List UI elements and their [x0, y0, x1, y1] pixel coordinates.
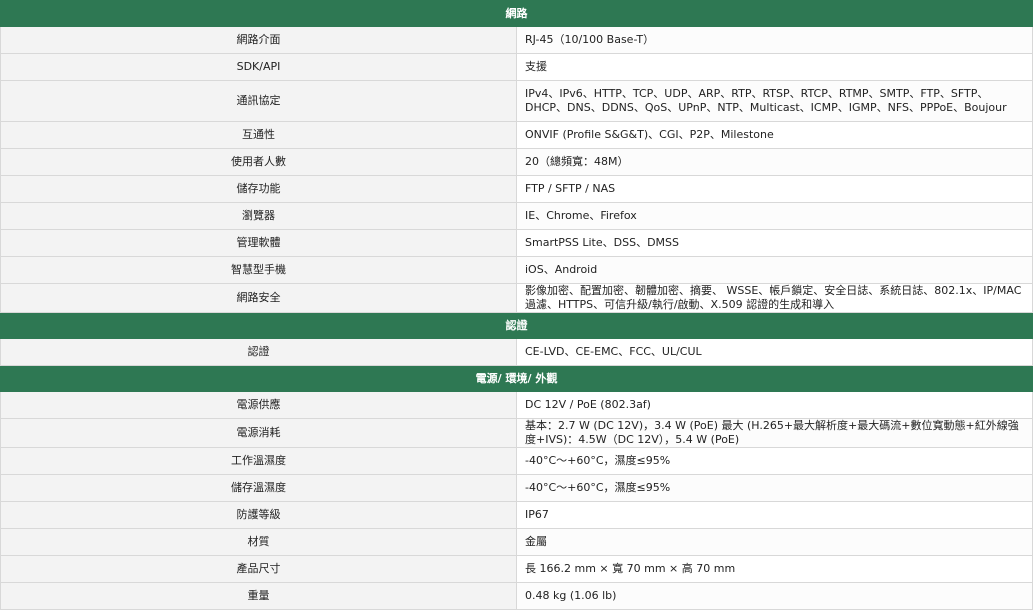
row-value: 金屬: [516, 528, 1033, 556]
row-label: SDK/API: [0, 53, 517, 81]
row-label: 產品尺寸: [0, 555, 517, 583]
row-label: 工作溫濕度: [0, 447, 517, 475]
table-row: 材質 金屬: [0, 528, 1033, 556]
row-value: CE-LVD、CE-EMC、FCC、UL/CUL: [516, 338, 1033, 366]
row-label: 網路介面: [0, 26, 517, 54]
row-label: 互通性: [0, 121, 517, 149]
row-value: IPv4、IPv6、HTTP、TCP、UDP、ARP、RTP、RTSP、RTCP…: [516, 80, 1033, 122]
table-row: 電源消耗 基本：2.7 W (DC 12V)，3.4 W (PoE) 最大 (H…: [0, 418, 1033, 448]
row-value: 基本：2.7 W (DC 12V)，3.4 W (PoE) 最大 (H.265+…: [516, 418, 1033, 448]
table-row: 使用者人數 20（總頻寬：48M）: [0, 148, 1033, 176]
row-label: 使用者人數: [0, 148, 517, 176]
row-label: 通訊協定: [0, 80, 517, 122]
row-value: IE、Chrome、Firefox: [516, 202, 1033, 230]
row-value: 長 166.2 mm × 寬 70 mm × 高 70 mm: [516, 555, 1033, 583]
table-row: 儲存功能 FTP / SFTP / NAS: [0, 175, 1033, 203]
table-row: 電源供應 DC 12V / PoE (802.3af): [0, 391, 1033, 419]
table-row: SDK/API 支援: [0, 53, 1033, 81]
table-row: 瀏覽器 IE、Chrome、Firefox: [0, 202, 1033, 230]
row-label: 管理軟體: [0, 229, 517, 257]
row-label: 儲存功能: [0, 175, 517, 203]
row-value: 影像加密、配置加密、韌體加密、摘要、 WSSE、帳戶鎖定、安全日誌、系統日誌、8…: [516, 283, 1033, 313]
row-label: 材質: [0, 528, 517, 556]
row-value: FTP / SFTP / NAS: [516, 175, 1033, 203]
row-value: -40°C～+60°C，濕度≤95%: [516, 447, 1033, 475]
row-value: iOS、Android: [516, 256, 1033, 284]
row-label: 智慧型手機: [0, 256, 517, 284]
table-row: 網路介面 RJ-45（10/100 Base-T）: [0, 26, 1033, 54]
table-row: 網路安全 影像加密、配置加密、韌體加密、摘要、 WSSE、帳戶鎖定、安全日誌、系…: [0, 283, 1033, 313]
row-value: ONVIF (Profile S&G&T)、CGI、P2P、Milestone: [516, 121, 1033, 149]
row-value: 20（總頻寬：48M）: [516, 148, 1033, 176]
row-value: SmartPSS Lite、DSS、DMSS: [516, 229, 1033, 257]
section-title-certification: 認證: [0, 312, 1033, 339]
row-label: 重量: [0, 582, 517, 610]
table-row: 工作溫濕度 -40°C～+60°C，濕度≤95%: [0, 447, 1033, 475]
row-value: RJ-45（10/100 Base-T）: [516, 26, 1033, 54]
row-label: 電源消耗: [0, 418, 517, 448]
row-label: 瀏覽器: [0, 202, 517, 230]
spec-table: 網路 網路介面 RJ-45（10/100 Base-T） SDK/API 支援 …: [0, 0, 1033, 610]
row-value: -40°C～+60°C，濕度≤95%: [516, 474, 1033, 502]
table-row: 通訊協定 IPv4、IPv6、HTTP、TCP、UDP、ARP、RTP、RTSP…: [0, 80, 1033, 122]
table-row: 重量 0.48 kg (1.06 lb): [0, 582, 1033, 610]
section-header: 認證: [0, 312, 1033, 339]
row-label: 認證: [0, 338, 517, 366]
table-row: 管理軟體 SmartPSS Lite、DSS、DMSS: [0, 229, 1033, 257]
section-title-network: 網路: [0, 0, 1033, 27]
row-value: 支援: [516, 53, 1033, 81]
section-header: 電源/ 環境/ 外觀: [0, 365, 1033, 392]
table-row: 產品尺寸 長 166.2 mm × 寬 70 mm × 高 70 mm: [0, 555, 1033, 583]
table-row: 儲存溫濕度 -40°C～+60°C，濕度≤95%: [0, 474, 1033, 502]
row-label: 防護等級: [0, 501, 517, 529]
row-label: 電源供應: [0, 391, 517, 419]
section-header: 網路: [0, 0, 1033, 27]
table-row: 認證 CE-LVD、CE-EMC、FCC、UL/CUL: [0, 338, 1033, 366]
table-row: 互通性 ONVIF (Profile S&G&T)、CGI、P2P、Milest…: [0, 121, 1033, 149]
row-label: 網路安全: [0, 283, 517, 313]
row-value: DC 12V / PoE (802.3af): [516, 391, 1033, 419]
row-label: 儲存溫濕度: [0, 474, 517, 502]
section-title-power-environment: 電源/ 環境/ 外觀: [0, 365, 1033, 392]
table-row: 智慧型手機 iOS、Android: [0, 256, 1033, 284]
row-value: IP67: [516, 501, 1033, 529]
table-row: 防護等級 IP67: [0, 501, 1033, 529]
row-value: 0.48 kg (1.06 lb): [516, 582, 1033, 610]
